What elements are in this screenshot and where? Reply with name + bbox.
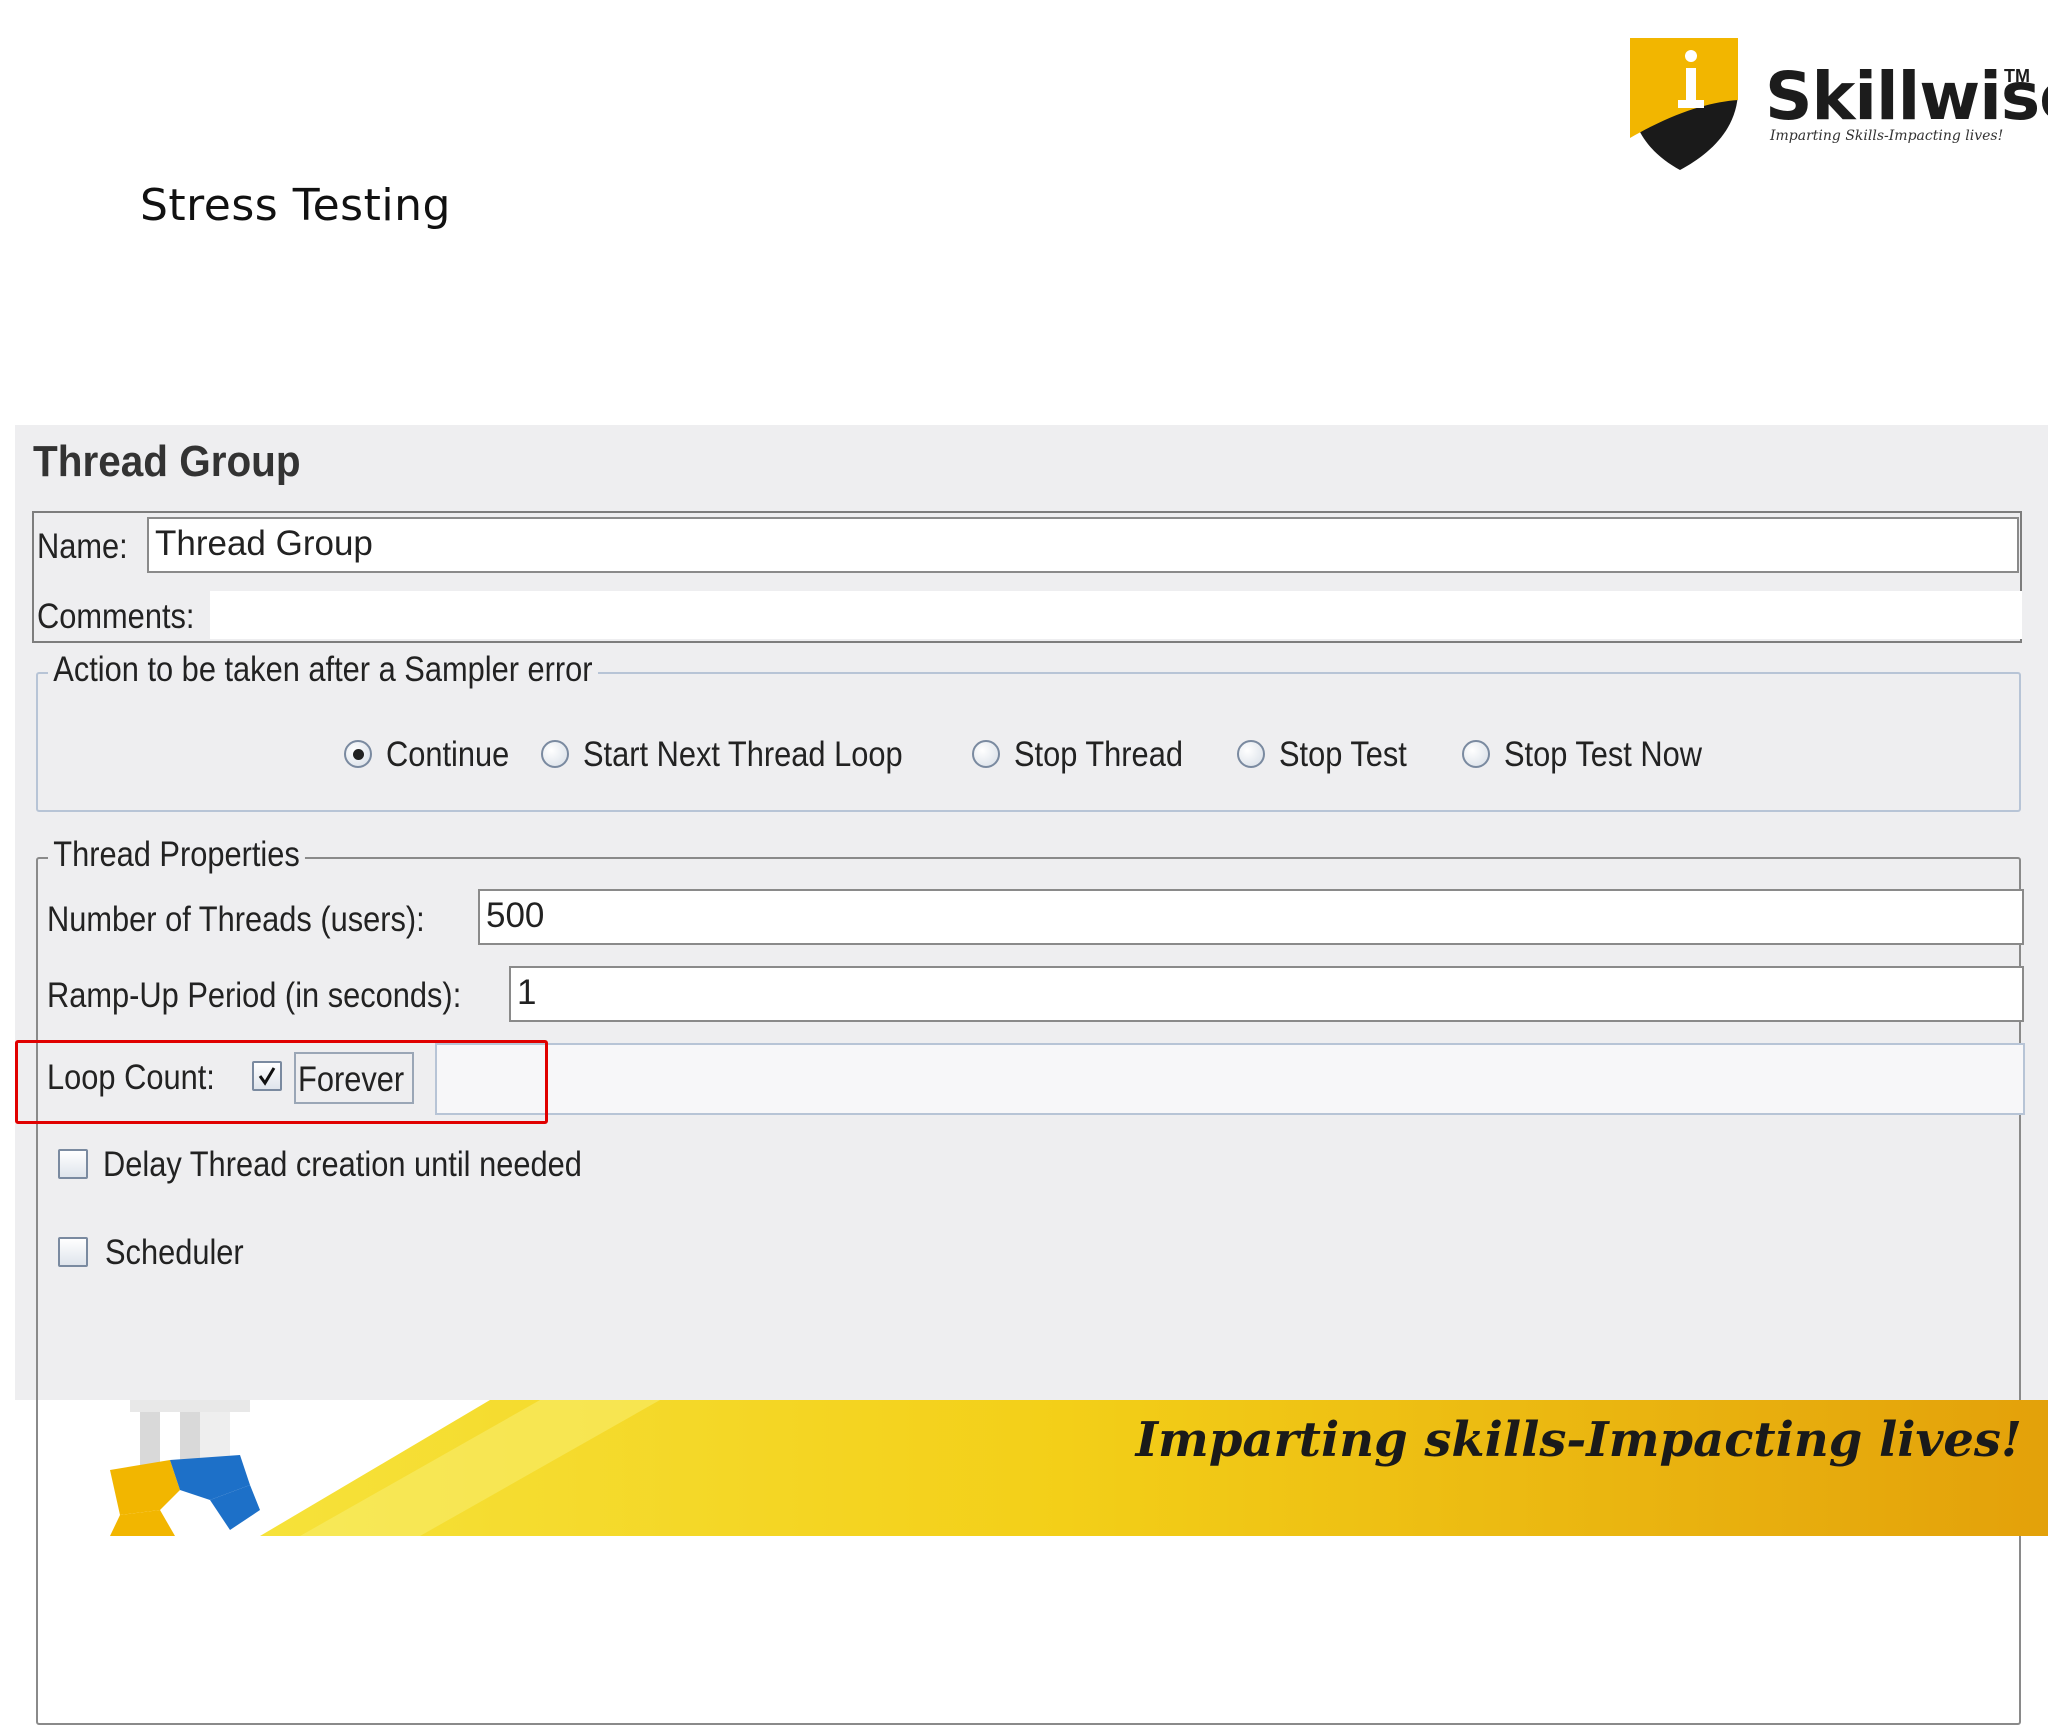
rampup-label: Ramp-Up Period (in seconds):	[47, 976, 462, 1015]
name-field[interactable]: Thread Group	[147, 517, 2019, 573]
radio-button[interactable]	[1237, 740, 1265, 768]
delay-thread-checkbox[interactable]	[58, 1149, 88, 1179]
radio-label: Stop Test Now	[1504, 735, 1703, 774]
scheduler-label: Scheduler	[105, 1233, 244, 1272]
radio-label: Stop Thread	[1014, 735, 1183, 774]
skillwise-logo: Skillwise TM Imparting Skills-Impacting …	[1620, 30, 2048, 180]
footer-tagline: Imparting skills-Impacting lives!	[1135, 1412, 2022, 1468]
radio-label: Stop Test	[1279, 735, 1407, 774]
thread-properties-legend: Thread Properties	[48, 835, 306, 875]
name-label: Name:	[37, 527, 128, 566]
delay-thread-label: Delay Thread creation until needed	[103, 1145, 582, 1184]
logo-trademark: TM	[2004, 66, 2030, 86]
comments-label: Comments:	[37, 597, 195, 636]
sampler-error-legend: Action to be taken after a Sampler error	[48, 650, 598, 690]
comments-field[interactable]	[210, 591, 2022, 639]
shield-logo-icon	[1630, 38, 1738, 170]
scheduler-checkbox[interactable]	[58, 1237, 88, 1267]
radio-button[interactable]	[1462, 740, 1490, 768]
thread-group-panel: Thread Group Name: Thread Group Comments…	[15, 425, 2048, 1725]
loop-count-highlight	[15, 1040, 548, 1124]
slide-title: Stress Testing	[140, 180, 451, 231]
rampup-field[interactable]: 1	[509, 966, 2024, 1022]
puzzle-figure-icon	[110, 1400, 260, 1536]
radio-button[interactable]	[972, 740, 1000, 768]
radio-label: Continue	[386, 735, 510, 774]
threads-field[interactable]: 500	[478, 889, 2024, 945]
logo-tagline: Imparting Skills-Impacting lives!	[1770, 128, 2004, 144]
loop-count-field[interactable]	[437, 1045, 2023, 1113]
radio-button[interactable]	[541, 740, 569, 768]
panel-title: Thread Group	[33, 437, 301, 486]
radio-label: Start Next Thread Loop	[583, 735, 903, 774]
threads-label: Number of Threads (users):	[47, 900, 425, 939]
radio-button[interactable]	[344, 740, 372, 768]
